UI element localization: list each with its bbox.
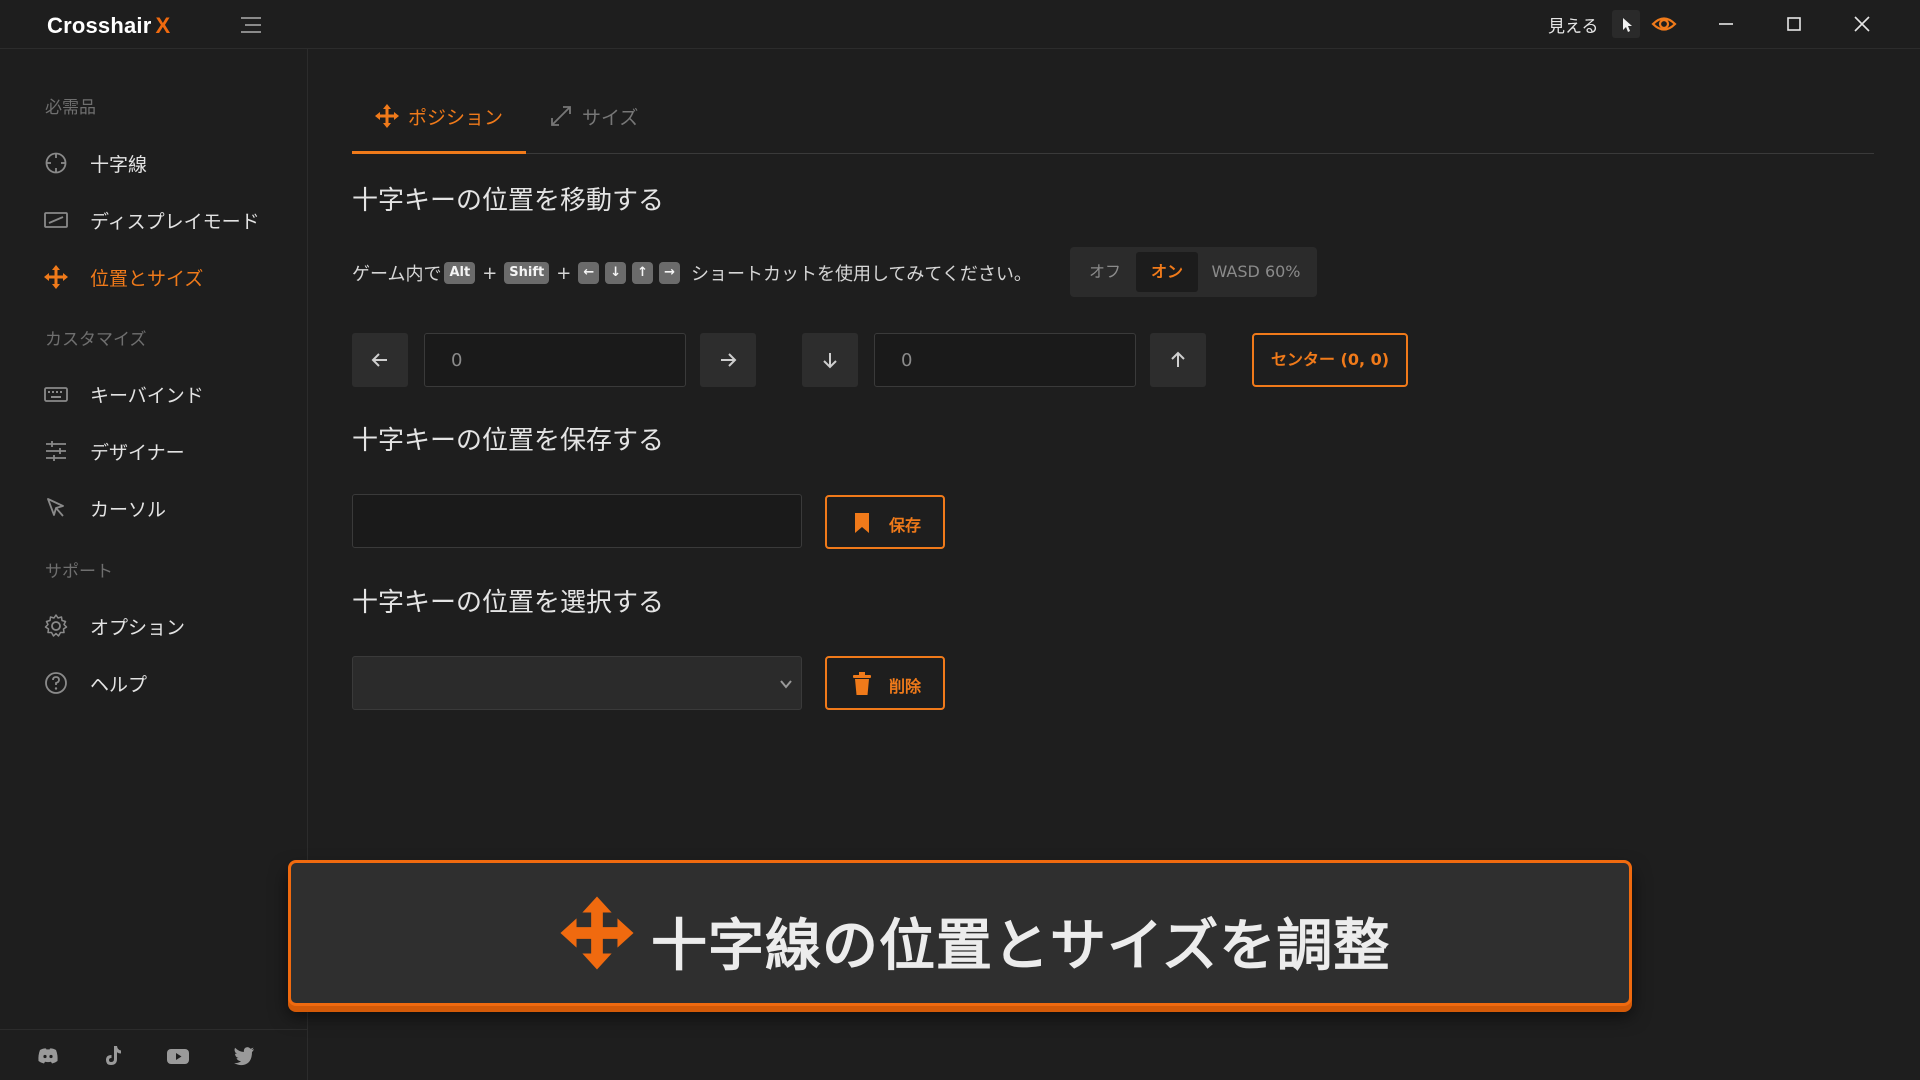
- shortcut-hint: ゲーム内で Alt + Shift + ← ↓ ↑ → ショートカットを使用して…: [352, 258, 1032, 288]
- key-left: ←: [578, 262, 600, 284]
- toggle-off[interactable]: オフ: [1076, 252, 1134, 292]
- move-icon: [374, 103, 400, 129]
- plus-sign: +: [556, 262, 572, 284]
- trash-icon: [853, 672, 871, 695]
- delete-button-label: 削除: [889, 677, 922, 696]
- title-bar: Crosshair X 見える: [0, 0, 1920, 49]
- move-icon: [559, 895, 635, 971]
- sidebar-item-label: カーソル: [90, 499, 167, 521]
- discord-icon[interactable]: [36, 1044, 60, 1068]
- gear-icon: [43, 613, 69, 639]
- sidebar-item-cursor[interactable]: カーソル: [0, 483, 307, 531]
- app-logo: Crosshair X: [47, 13, 170, 39]
- cursor-icon: [43, 495, 69, 521]
- tab-label: サイズ: [582, 107, 639, 129]
- menu-toggle-icon[interactable]: [238, 14, 264, 36]
- sliders-icon: [43, 438, 69, 464]
- save-heading: 十字キーの位置を保存する: [352, 426, 665, 456]
- toggle-on[interactable]: オン: [1136, 252, 1198, 292]
- sidebar-item-label: デザイナー: [90, 442, 185, 464]
- sidebar-item-crosshair[interactable]: 十字線: [0, 138, 307, 186]
- position-select[interactable]: [352, 656, 802, 710]
- sidebar-item-label: 十字線: [90, 154, 148, 176]
- sidebar: 必需品 十字線 ディスプレイモード 位置とサイズ カスタマイズ キーバインド デ…: [0, 49, 308, 1080]
- move-up-button[interactable]: [1150, 333, 1206, 387]
- y-position-input[interactable]: [874, 333, 1136, 387]
- sidebar-item-display-mode[interactable]: ディスプレイモード: [0, 195, 307, 243]
- crosshair-icon: [43, 150, 69, 176]
- app-name-accent: X: [155, 13, 171, 38]
- sidebar-item-label: ディスプレイモード: [90, 211, 260, 233]
- bookmark-icon: [855, 513, 869, 533]
- section-label-essentials: 必需品: [45, 98, 96, 118]
- sidebar-item-help[interactable]: ヘルプ: [0, 658, 307, 706]
- sidebar-item-position-size[interactable]: 位置とサイズ: [0, 252, 307, 300]
- save-name-input[interactable]: [352, 494, 802, 548]
- delete-button[interactable]: 削除: [825, 656, 945, 710]
- move-left-button[interactable]: [352, 333, 408, 387]
- arrow-left-icon: [371, 353, 387, 367]
- key-down: ↓: [605, 262, 627, 284]
- sidebar-item-designer[interactable]: デザイナー: [0, 426, 307, 474]
- select-heading: 十字キーの位置を選択する: [352, 588, 665, 618]
- display-mode-icon: [43, 207, 69, 233]
- youtube-icon[interactable]: [166, 1044, 190, 1068]
- sidebar-item-label: キーバインド: [90, 385, 204, 407]
- key-up: ↑: [632, 262, 654, 284]
- sidebar-item-options[interactable]: オプション: [0, 601, 307, 649]
- tab-position[interactable]: ポジション: [352, 90, 526, 154]
- shortcut-toggle: オフ オン WASD 60%: [1070, 247, 1317, 297]
- sidebar-item-label: 位置とサイズ: [90, 268, 204, 290]
- tab-bar: ポジション サイズ: [352, 90, 1874, 154]
- plus-sign: +: [482, 262, 498, 284]
- arrow-up-icon: [1171, 351, 1185, 367]
- minimize-button[interactable]: [1692, 0, 1760, 48]
- close-button[interactable]: [1828, 0, 1896, 48]
- hint-suffix: ショートカットを使用してみてください。: [690, 264, 1032, 285]
- resize-icon: [548, 103, 574, 129]
- move-right-button[interactable]: [700, 333, 756, 387]
- social-links: [0, 1029, 307, 1080]
- move-down-button[interactable]: [802, 333, 858, 387]
- save-button[interactable]: 保存: [825, 495, 945, 549]
- app-name: Crosshair: [47, 13, 152, 38]
- sidebar-item-label: ヘルプ: [90, 674, 148, 696]
- center-button[interactable]: センター (0, 0): [1252, 333, 1408, 387]
- sidebar-item-label: オプション: [90, 617, 186, 639]
- eye-icon[interactable]: [1650, 11, 1678, 37]
- key-alt: Alt: [444, 262, 476, 284]
- hint-prefix: ゲーム内で: [352, 264, 442, 285]
- visible-label: 見える: [1548, 17, 1599, 37]
- arrow-right-icon: [721, 353, 737, 367]
- x-position-input[interactable]: [424, 333, 686, 387]
- key-shift: Shift: [504, 262, 550, 284]
- sidebar-item-keybind[interactable]: キーバインド: [0, 369, 307, 417]
- save-button-label: 保存: [889, 516, 922, 535]
- twitter-icon[interactable]: [232, 1044, 256, 1068]
- toggle-wasd[interactable]: WASD 60%: [1200, 252, 1312, 292]
- chevron-down-icon: [780, 680, 792, 689]
- move-icon: [43, 264, 69, 290]
- move-heading: 十字キーの位置を移動する: [352, 186, 665, 216]
- banner-title: 十字線の位置とサイズを調整: [651, 914, 1391, 979]
- section-label-support: サポート: [45, 562, 113, 582]
- arrow-down-icon: [823, 353, 837, 369]
- cursor-preview-icon[interactable]: [1612, 10, 1640, 38]
- tab-size[interactable]: サイズ: [526, 90, 676, 154]
- help-icon: [43, 670, 69, 696]
- key-right: →: [659, 262, 680, 284]
- maximize-button[interactable]: [1760, 0, 1828, 48]
- keyboard-icon: [43, 381, 69, 407]
- tiktok-icon[interactable]: [101, 1044, 125, 1068]
- tab-label: ポジション: [408, 107, 504, 129]
- section-label-customize: カスタマイズ: [45, 330, 147, 350]
- feature-banner: 十字線の位置とサイズを調整: [288, 860, 1632, 1006]
